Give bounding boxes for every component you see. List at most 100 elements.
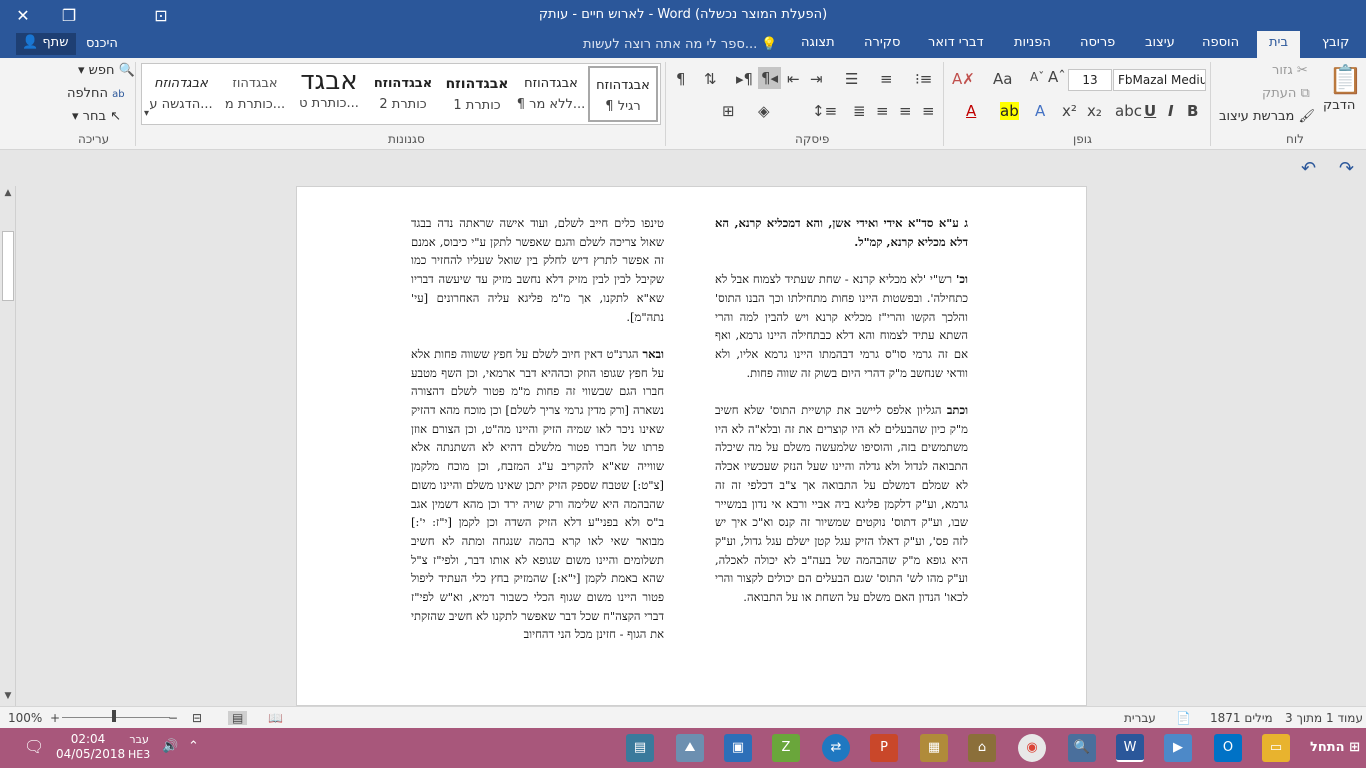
scroll-thumb[interactable] xyxy=(2,231,14,301)
volume-icon[interactable]: 🔊 xyxy=(162,739,178,754)
italic-icon[interactable]: I xyxy=(1168,102,1174,120)
subscript-icon[interactable]: x₂ xyxy=(1087,102,1102,120)
style-subtitle[interactable]: אבגדהוז כותרת מ... xyxy=(220,66,290,122)
tab-design[interactable]: עיצוב xyxy=(1145,35,1175,50)
undo-icon[interactable]: ↶ xyxy=(1301,158,1316,179)
show-hidden-icons-icon[interactable]: ⌃ xyxy=(188,739,199,754)
bold-icon[interactable]: B xyxy=(1187,102,1198,120)
winzip-icon[interactable]: Z xyxy=(772,734,800,762)
page-count[interactable]: עמוד 1 מתוך 3 xyxy=(1285,711,1363,725)
ltr-icon[interactable]: ▸¶ xyxy=(736,70,753,88)
center-icon[interactable]: ≡ xyxy=(899,102,912,120)
zoom-out-icon[interactable]: − xyxy=(168,711,178,725)
sign-in-button[interactable]: היכנס xyxy=(86,36,118,51)
align-right-icon[interactable]: ≡ xyxy=(922,102,935,120)
tab-insert[interactable]: הוספה xyxy=(1202,35,1239,50)
tab-references[interactable]: הפניות xyxy=(1014,35,1051,50)
clock[interactable]: 02:04 04/05/2018 xyxy=(56,732,125,762)
clear-formatting-icon[interactable]: A✗ xyxy=(952,70,975,88)
line-spacing-icon[interactable]: ↕≡ xyxy=(812,102,837,120)
paste-button[interactable]: הדבק xyxy=(1323,98,1355,113)
font-size-box[interactable]: 13 xyxy=(1068,69,1112,91)
underline-icon[interactable]: U xyxy=(1144,102,1156,120)
copy-button[interactable]: העתק ⧉ xyxy=(1262,86,1310,101)
cut-button[interactable]: גזור ✂ xyxy=(1272,63,1308,78)
input-language[interactable]: עבר HE3 xyxy=(128,732,150,762)
zoom-slider[interactable] xyxy=(62,717,170,718)
vertical-scrollbar[interactable]: ▲ ▼ xyxy=(0,186,16,706)
increase-indent-icon[interactable]: ⇥ xyxy=(810,70,823,88)
style-heading-1[interactable]: אבגדהוזח כותרת 1 xyxy=(442,66,512,122)
redo-icon[interactable]: ↷ xyxy=(1339,158,1354,179)
word-icon[interactable]: W xyxy=(1116,734,1144,762)
photos-app-icon[interactable]: ⛰ xyxy=(676,734,704,762)
change-case-icon[interactable]: Aa xyxy=(993,70,1012,88)
tab-view[interactable]: תצוגה xyxy=(801,35,835,50)
paragraph: וכתב הגליון אלפס ליישב את קושיית התוס' ש… xyxy=(715,401,968,607)
find-button[interactable]: ▾ חפש 🔍 xyxy=(78,63,135,78)
zoom-in-icon[interactable]: + xyxy=(50,711,60,725)
clipboard-icon[interactable]: 📋 xyxy=(1328,63,1363,96)
decrease-indent-icon[interactable]: ⇤ xyxy=(787,70,800,88)
font-color-icon[interactable]: A xyxy=(966,102,976,120)
style-heading-2[interactable]: אבגדהוזח כותרת 2 xyxy=(368,66,438,122)
scroll-up-icon[interactable]: ▲ xyxy=(2,188,14,200)
grow-font-icon[interactable]: Aˆ xyxy=(1048,68,1066,86)
justify-icon[interactable]: ≣ xyxy=(853,102,866,120)
proofing-icon[interactable]: 📄 xyxy=(1176,711,1191,725)
tab-review[interactable]: סקירה xyxy=(864,35,900,50)
zoom-slider-handle[interactable] xyxy=(112,710,116,722)
notifications-icon[interactable]: 🗨 xyxy=(24,737,44,756)
document-page[interactable]: ג ע"א סד"א אידי ואידי אשן, והא דמכליא קר… xyxy=(296,186,1087,706)
start-button[interactable]: התחל ⊞ xyxy=(1300,728,1366,768)
media-player-icon[interactable]: ▶ xyxy=(1164,734,1192,762)
numbering-icon[interactable]: ≡ xyxy=(880,70,893,88)
share-button[interactable]: 👤 שתף xyxy=(16,33,76,55)
tab-layout[interactable]: פריסה xyxy=(1080,35,1115,50)
outlook-icon[interactable]: O xyxy=(1214,734,1242,762)
tab-file[interactable]: קובץ xyxy=(1322,35,1349,50)
styles-more-icon[interactable]: ▾ xyxy=(144,108,149,119)
show-marks-icon[interactable]: ¶ xyxy=(676,70,686,88)
style-no-spacing[interactable]: אבגדהוזח ¶ ללא מר... xyxy=(516,66,586,122)
highlight-icon[interactable]: ab xyxy=(1000,102,1019,120)
style-title[interactable]: אבגד כותרת ט... xyxy=(294,66,364,122)
format-painter-button[interactable]: מברשת עיצוב 🖌 xyxy=(1219,109,1315,124)
text-effects-icon[interactable]: A xyxy=(1035,102,1045,120)
search-app-icon[interactable]: 🔍 xyxy=(1068,734,1096,762)
style-heading-emphasis[interactable]: אבגדהוזח הדגשה ע... xyxy=(146,66,216,122)
zoom-level[interactable]: 100% xyxy=(8,711,42,725)
multilevel-list-icon[interactable]: ☰ xyxy=(845,70,858,88)
image-viewer-icon[interactable]: ▣ xyxy=(724,734,752,762)
style-normal[interactable]: אבגדהוזח ¶ רגיל xyxy=(588,66,658,122)
chrome-icon[interactable]: ◉ xyxy=(1018,734,1046,762)
read-mode-icon[interactable]: 📖 xyxy=(268,711,283,725)
scroll-down-icon[interactable]: ▼ xyxy=(2,691,14,703)
print-layout-icon[interactable]: ▤ xyxy=(228,711,248,725)
strikethrough-icon[interactable]: abc xyxy=(1115,102,1142,120)
align-left-icon[interactable]: ≡ xyxy=(876,102,889,120)
borders-icon[interactable]: ⊞ xyxy=(722,102,735,120)
sort-icon[interactable]: ⇅ xyxy=(704,70,717,88)
tell-me-search[interactable]: ספר לי מה אתה רוצה לעשות... 💡 xyxy=(583,37,778,52)
word-count[interactable]: 1871 מילים xyxy=(1210,711,1273,725)
tab-home[interactable]: בית xyxy=(1257,31,1300,58)
library-app-icon[interactable]: ⌂ xyxy=(968,734,996,762)
superscript-icon[interactable]: x² xyxy=(1062,102,1077,120)
teamviewer-icon[interactable]: ⇄ xyxy=(822,734,850,762)
tab-mailings[interactable]: דברי דואר xyxy=(928,35,984,50)
web-layout-icon[interactable]: ⊟ xyxy=(192,711,202,725)
font-name-box[interactable]: FbMazal Medium xyxy=(1113,69,1206,91)
rtl-icon[interactable]: ¶◂ xyxy=(758,67,782,89)
file-explorer-icon[interactable]: ▭ xyxy=(1262,734,1290,762)
styles-gallery[interactable]: אבגדהוזח הדגשה ע... אבגדהוז כותרת מ... א… xyxy=(141,63,661,125)
bullets-icon[interactable]: ⁝≡ xyxy=(915,70,932,88)
shrink-font-icon[interactable]: Aˇ xyxy=(1030,70,1044,84)
reader-app-icon[interactable]: ▤ xyxy=(626,734,654,762)
select-button[interactable]: ▾ בחר ↖ xyxy=(72,109,121,124)
replace-button[interactable]: החלפה ab xyxy=(67,86,125,101)
archive-app-icon[interactable]: ▦ xyxy=(920,734,948,762)
shading-icon[interactable]: ◈ xyxy=(758,102,770,120)
powerpoint-icon[interactable]: P xyxy=(870,734,898,762)
language-status[interactable]: עברית xyxy=(1124,711,1156,725)
